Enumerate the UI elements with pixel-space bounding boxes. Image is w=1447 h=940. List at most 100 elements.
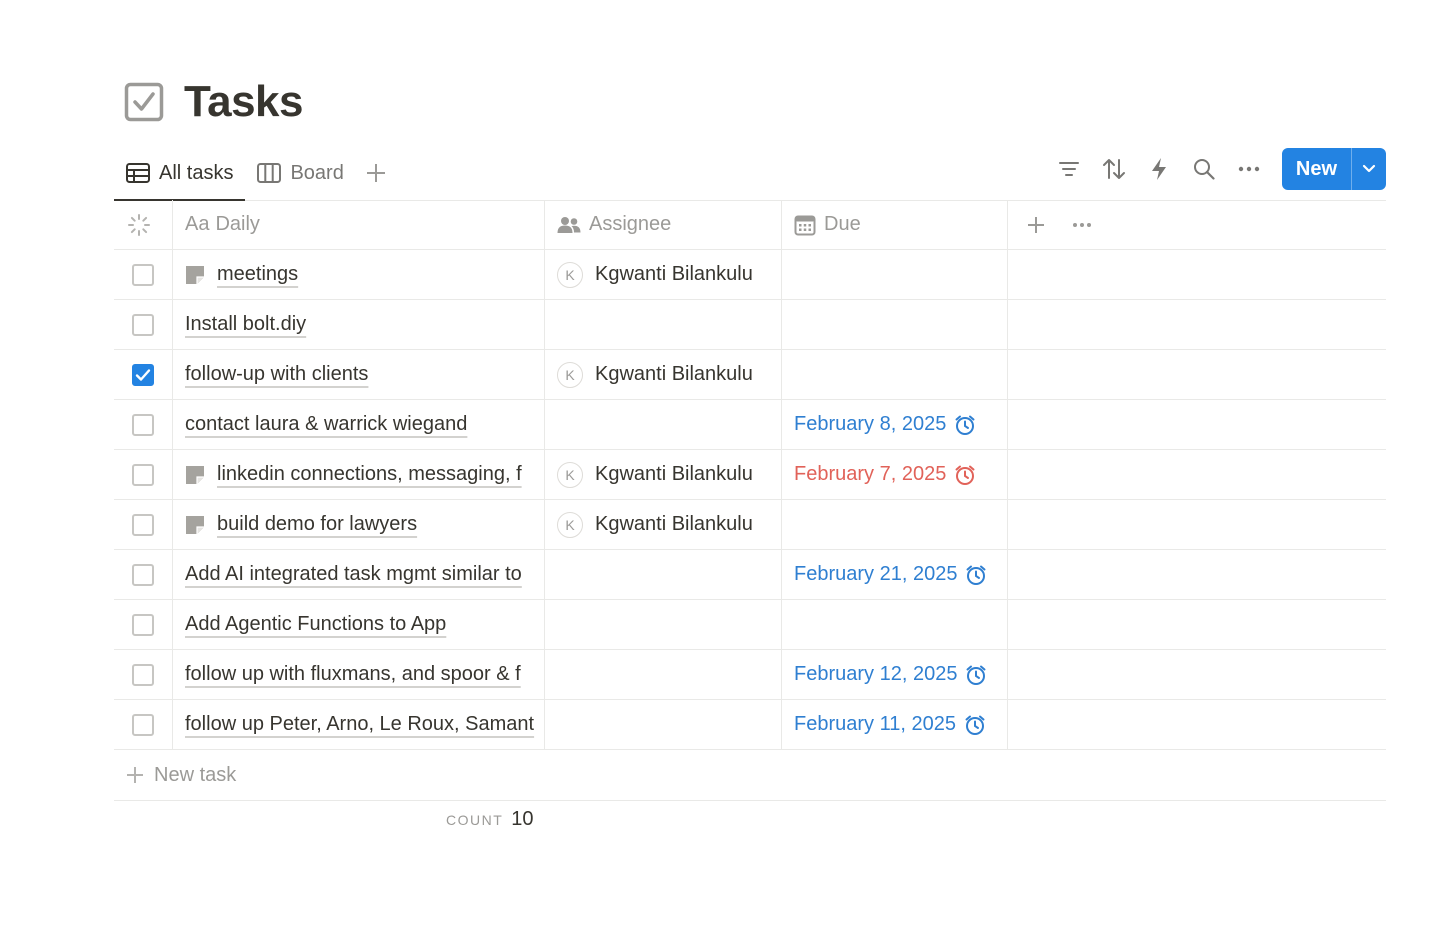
task-title[interactable]: follow-up with clients: [185, 363, 368, 386]
task-checkbox[interactable]: [132, 663, 154, 686]
assignee-cell[interactable]: [545, 650, 782, 699]
due-cell[interactable]: February 21, 2025: [782, 550, 1008, 599]
alarm-icon: [965, 564, 987, 586]
task-title[interactable]: Add AI integrated task mgmt similar to: [185, 563, 522, 586]
column-header-daily[interactable]: Aa Daily: [173, 200, 545, 249]
table-row[interactable]: Install bolt.diy: [114, 300, 1386, 350]
task-title-cell[interactable]: Add AI integrated task mgmt similar to: [173, 550, 545, 599]
sort-icon: [1102, 158, 1126, 180]
task-checkbox[interactable]: [132, 413, 154, 436]
due-cell[interactable]: February 8, 2025: [782, 400, 1008, 449]
table-row[interactable]: build demo for lawyers K Kgwanti Bilankulu: [114, 500, 1386, 550]
checkbox-icon[interactable]: [124, 82, 164, 122]
task-title-cell[interactable]: follow-up with clients: [173, 350, 545, 399]
header-select-all[interactable]: [114, 200, 173, 249]
table-row[interactable]: linkedin connections, messaging, f K Kgwan…: [114, 450, 1386, 500]
search-icon: [1193, 158, 1215, 180]
checkmark-icon: [135, 368, 151, 382]
assignee-name: Kgwanti Bilankulu: [595, 463, 753, 485]
task-title-cell[interactable]: linkedin connections, messaging, f: [173, 450, 545, 499]
due-cell[interactable]: February 7, 2025: [782, 450, 1008, 499]
task-title[interactable]: follow up Peter, Arno, Le Roux, Samant: [185, 713, 534, 736]
column-header-due[interactable]: Due: [782, 200, 1008, 249]
table-row[interactable]: follow-up with clients K Kgwanti Bilankulu: [114, 350, 1386, 400]
empty-cell: [1008, 600, 1386, 649]
add-view-button[interactable]: [356, 146, 396, 200]
row-checkbox-cell: [114, 450, 173, 499]
count-summary[interactable]: COUNT 10: [446, 808, 534, 831]
task-title[interactable]: build demo for lawyers: [217, 513, 417, 536]
task-checkbox[interactable]: [132, 563, 154, 586]
due-cell[interactable]: [782, 350, 1008, 399]
assignee-cell[interactable]: K Kgwanti Bilankulu: [545, 250, 782, 299]
task-title[interactable]: Install bolt.diy: [185, 313, 306, 336]
table-row[interactable]: Add Agentic Functions to App: [114, 600, 1386, 650]
table-row[interactable]: meetings K Kgwanti Bilankulu: [114, 250, 1386, 300]
row-checkbox-cell: [114, 650, 173, 699]
task-title-cell[interactable]: contact laura & warrick wiegand: [173, 400, 545, 449]
filter-button[interactable]: [1047, 148, 1092, 190]
view-tabs: All tasks Board: [114, 146, 396, 201]
table-row[interactable]: contact laura & warrick wiegand February …: [114, 400, 1386, 450]
due-cell[interactable]: [782, 600, 1008, 649]
task-title-cell[interactable]: build demo for lawyers: [173, 500, 545, 549]
tab-all-tasks[interactable]: All tasks: [114, 146, 246, 201]
new-task-button[interactable]: New task: [114, 750, 1386, 801]
due-date: February 21, 2025: [794, 563, 987, 586]
new-dropdown-button[interactable]: [1351, 148, 1386, 190]
task-title[interactable]: linkedin connections, messaging, f: [217, 463, 522, 486]
row-checkbox-cell: [114, 300, 173, 349]
avatar: K: [557, 261, 583, 288]
task-title-cell[interactable]: Add Agentic Functions to App: [173, 600, 545, 649]
tab-board[interactable]: Board: [245, 146, 355, 200]
task-checkbox[interactable]: [132, 513, 154, 536]
task-checkbox[interactable]: [132, 363, 154, 386]
sort-button[interactable]: [1092, 148, 1137, 190]
task-title-cell[interactable]: Install bolt.diy: [173, 300, 545, 349]
task-title[interactable]: follow up with fluxmans, and spoor & f: [185, 663, 521, 686]
assignee-cell[interactable]: K Kgwanti Bilankulu: [545, 450, 782, 499]
due-cell[interactable]: [782, 250, 1008, 299]
assignee-cell[interactable]: [545, 400, 782, 449]
assignee-cell[interactable]: [545, 600, 782, 649]
table-row[interactable]: follow up with fluxmans, and spoor & f Fe…: [114, 650, 1386, 700]
table-row[interactable]: Add AI integrated task mgmt similar to Fe…: [114, 550, 1386, 600]
due-date-text: February 11, 2025: [794, 713, 956, 735]
task-title-cell[interactable]: follow up Peter, Arno, Le Roux, Samant: [173, 700, 545, 749]
task-checkbox[interactable]: [132, 263, 154, 286]
row-checkbox-cell: [114, 400, 173, 449]
assignee-cell[interactable]: [545, 550, 782, 599]
assignee-cell[interactable]: K Kgwanti Bilankulu: [545, 500, 782, 549]
empty-cell: [1008, 550, 1386, 599]
due-cell[interactable]: [782, 500, 1008, 549]
task-title-cell[interactable]: meetings: [173, 250, 545, 299]
assignee-cell[interactable]: K Kgwanti Bilankulu: [545, 350, 782, 399]
task-title[interactable]: Add Agentic Functions to App: [185, 613, 446, 636]
due-date: February 11, 2025: [794, 713, 986, 736]
column-header-assignee[interactable]: Assignee: [545, 200, 782, 249]
due-cell[interactable]: February 12, 2025: [782, 650, 1008, 699]
more-options-button[interactable]: [1227, 148, 1272, 190]
task-checkbox[interactable]: [132, 463, 154, 486]
task-title-cell[interactable]: follow up with fluxmans, and spoor & f: [173, 650, 545, 699]
lightning-icon: [1150, 157, 1168, 181]
automation-button[interactable]: [1137, 148, 1182, 190]
assignee-cell[interactable]: [545, 300, 782, 349]
add-property-button[interactable]: [1022, 205, 1058, 245]
column-more-button[interactable]: [1068, 205, 1104, 245]
task-title[interactable]: meetings: [217, 263, 298, 286]
search-button[interactable]: [1182, 148, 1227, 190]
task-checkbox[interactable]: [132, 713, 154, 736]
task-title[interactable]: contact laura & warrick wiegand: [185, 413, 467, 436]
due-cell[interactable]: February 11, 2025: [782, 700, 1008, 749]
avatar: K: [557, 361, 583, 388]
new-button[interactable]: New: [1282, 148, 1351, 190]
task-checkbox[interactable]: [132, 313, 154, 336]
due-date: February 8, 2025: [794, 413, 976, 436]
due-cell[interactable]: [782, 300, 1008, 349]
task-checkbox[interactable]: [132, 613, 154, 636]
more-icon: [1072, 222, 1092, 228]
filter-icon: [1058, 160, 1080, 178]
table-row[interactable]: follow up Peter, Arno, Le Roux, Samant Fe…: [114, 700, 1386, 750]
assignee-cell[interactable]: [545, 700, 782, 749]
